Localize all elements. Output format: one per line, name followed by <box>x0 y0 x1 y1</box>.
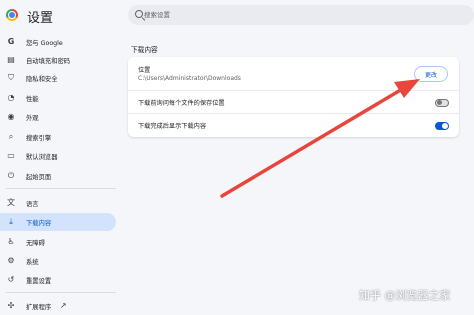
accessibility-icon: ♿ <box>7 237 15 246</box>
palette-icon: ◉ <box>7 112 15 121</box>
clipboard-icon: ▤ <box>7 55 15 64</box>
power-icon: ⏻ <box>7 171 15 180</box>
browser-icon: ▭ <box>7 151 15 160</box>
sidebar-divider <box>6 292 116 293</box>
sidebar-item-accessibility[interactable]: ♿ 无障碍 <box>0 233 116 251</box>
sidebar-item-label: 您与 Google <box>26 39 63 47</box>
ask-where-toggle[interactable] <box>435 99 449 107</box>
sidebar-item-label: 默认浏览器 <box>26 153 58 161</box>
sidebar-item-on-startup[interactable]: ⏻ 起始页面 <box>0 167 116 185</box>
search-input[interactable] <box>144 5 464 25</box>
shield-icon: ⛉ <box>8 73 14 82</box>
sidebar-item-privacy[interactable]: ⛉ 隐私和安全 <box>0 69 116 87</box>
sidebar-item-label: 自动填充和密码 <box>26 57 71 65</box>
toggle-knob <box>437 100 442 105</box>
sidebar-divider <box>6 188 116 189</box>
sidebar-item-label: 扩展程序 <box>26 303 52 311</box>
sidebar-item-label: 系统 <box>26 258 39 266</box>
sidebar-item-you-and-google[interactable]: G 您与 Google <box>0 33 116 51</box>
sidebar-item-performance[interactable]: ◔ 性能 <box>0 89 116 107</box>
google-icon: G <box>7 37 15 46</box>
sidebar-item-autofill[interactable]: ▤ 自动填充和密码 <box>0 51 116 69</box>
location-label: 位置 <box>138 67 151 74</box>
sidebar-item-languages[interactable]: 文 语言 <box>0 194 116 212</box>
sidebar-item-label: 性能 <box>26 95 39 103</box>
translate-icon: 文 <box>7 198 15 207</box>
sidebar-item-system[interactable]: ⚙ 系统 <box>0 252 116 270</box>
search-icon: ⌕ <box>8 132 14 141</box>
toggle-knob <box>442 123 448 129</box>
sidebar-item-label: 重置设置 <box>26 277 52 285</box>
row-divider <box>128 113 459 114</box>
ask-where-label: 下载前询问每个文件的保存位置 <box>138 100 225 107</box>
sidebar-item-label: 外观 <box>26 114 39 122</box>
sidebar-item-label: 搜索引擎 <box>26 134 52 142</box>
sidebar-item-appearance[interactable]: ◉ 外观 <box>0 108 116 126</box>
sidebar-item-label: 语言 <box>26 200 39 208</box>
downloads-card: 位置 C:\Users\Administrator\Downloads 更改 下… <box>128 57 459 137</box>
change-location-button[interactable]: 更改 <box>414 66 448 82</box>
sidebar-item-label: 无障碍 <box>26 239 45 247</box>
sidebar-item-downloads[interactable]: ⤓ 下载内容 <box>0 213 116 231</box>
show-when-done-label: 下载完成后显示下载内容 <box>138 123 207 130</box>
page-title: 设置 <box>27 11 54 26</box>
row-divider <box>128 90 459 91</box>
speedometer-icon: ◔ <box>7 93 15 102</box>
sidebar-item-extensions[interactable]: ✣ 扩展程序 ↗ <box>0 297 116 315</box>
search-icon <box>135 10 143 18</box>
external-link-icon: ↗ <box>59 301 67 310</box>
sidebar-item-search-engine[interactable]: ⌕ 搜索引擎 <box>0 128 116 146</box>
reset-icon: ↺ <box>7 275 15 284</box>
location-path: C:\Users\Administrator\Downloads <box>138 75 241 82</box>
sidebar-item-reset[interactable]: ↺ 重置设置 <box>0 271 116 289</box>
search-bar[interactable] <box>128 5 474 25</box>
sidebar-item-label: 隐私和安全 <box>26 75 58 83</box>
watermark: 知乎 @浏览器之家 <box>359 289 451 302</box>
chrome-logo-icon <box>6 9 18 21</box>
puzzle-icon: ✣ <box>7 301 15 310</box>
sidebar-item-label: 起始页面 <box>26 173 52 181</box>
wrench-icon: ⚙ <box>7 256 15 265</box>
sidebar-item-label: 下载内容 <box>26 219 52 227</box>
sidebar-item-default-browser[interactable]: ▭ 默认浏览器 <box>0 147 116 165</box>
download-icon: ⤓ <box>9 217 13 226</box>
show-when-done-toggle[interactable] <box>435 122 449 130</box>
section-title: 下载内容 <box>131 46 158 54</box>
sidebar: G 您与 Google ▤ 自动填充和密码 ⛉ 隐私和安全 ◔ 性能 ◉ 外观 … <box>0 30 118 315</box>
